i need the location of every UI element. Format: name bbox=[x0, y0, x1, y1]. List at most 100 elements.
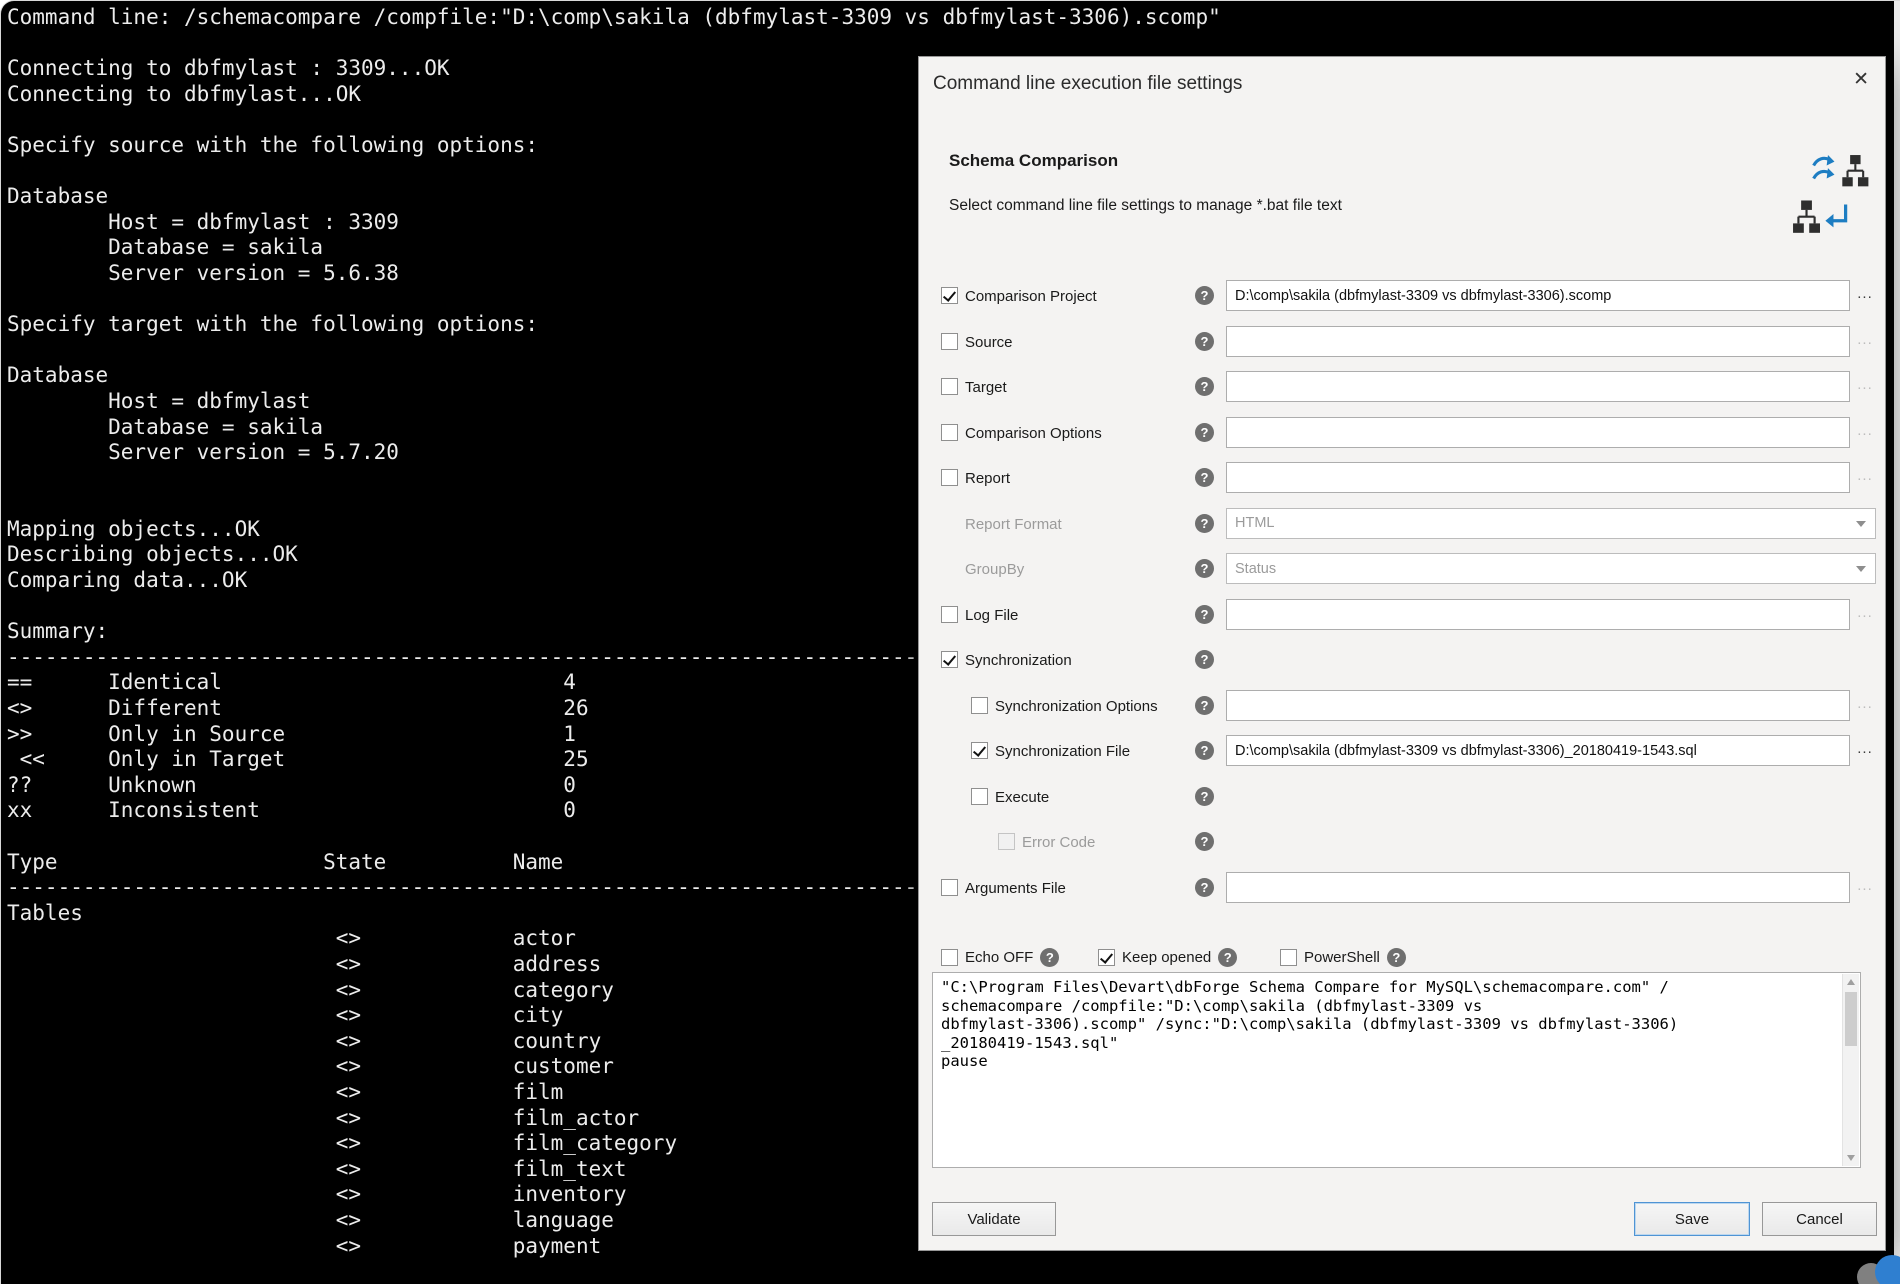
bat-options: Echo OFF ? Keep opened ? PowerShell ? bbox=[919, 948, 1885, 974]
help-icon[interactable]: ? bbox=[1195, 741, 1214, 760]
help-icon[interactable]: ? bbox=[1195, 696, 1214, 715]
report-input[interactable] bbox=[1226, 462, 1850, 493]
bat-file-text[interactable]: "C:\Program Files\Devart\dbForge Schema … bbox=[932, 972, 1861, 1168]
help-icon[interactable]: ? bbox=[1195, 377, 1214, 396]
help-icon[interactable]: ? bbox=[1387, 948, 1406, 967]
arguments-file-browse-button[interactable]: ... bbox=[1854, 876, 1876, 901]
keep-opened-label: Keep opened bbox=[1122, 949, 1211, 966]
synchronization-file-browse-button[interactable]: ... bbox=[1854, 739, 1876, 764]
log-file-browse-button[interactable]: ... bbox=[1854, 603, 1876, 628]
row-synchronization-file: Synchronization File ? ... bbox=[919, 728, 1885, 774]
row-synchronization: Synchronization ? bbox=[919, 637, 1885, 683]
log-file-checkbox[interactable] bbox=[941, 606, 958, 623]
arguments-file-checkbox[interactable] bbox=[941, 879, 958, 896]
source-label: Source bbox=[965, 334, 1013, 351]
source-checkbox[interactable] bbox=[941, 333, 958, 350]
comparison-project-input[interactable] bbox=[1226, 280, 1850, 311]
groupby-value: Status bbox=[1235, 561, 1276, 577]
echo-off-option: Echo OFF ? bbox=[941, 948, 1059, 967]
log-file-label: Log File bbox=[965, 607, 1018, 624]
row-log-file: Log File ? ... bbox=[919, 592, 1885, 638]
arguments-file-input[interactable] bbox=[1226, 872, 1850, 903]
copy-settings-to-target-icon[interactable] bbox=[1789, 199, 1851, 237]
scroll-down-icon[interactable] bbox=[1847, 1155, 1855, 1161]
validate-button[interactable]: Validate bbox=[932, 1202, 1056, 1236]
row-groupby: GroupBy ? Status bbox=[919, 546, 1885, 592]
row-comparison-project: Comparison Project ? ... bbox=[919, 273, 1885, 319]
execute-label: Execute bbox=[995, 789, 1049, 806]
powershell-label: PowerShell bbox=[1304, 949, 1380, 966]
row-target: Target ? ... bbox=[919, 364, 1885, 410]
help-icon[interactable]: ? bbox=[1195, 650, 1214, 669]
app-window: Command line: /schemacompare /compfile:"… bbox=[0, 0, 1900, 1284]
synchronization-file-checkbox[interactable] bbox=[971, 742, 988, 759]
comparison-project-browse-button[interactable]: ... bbox=[1854, 284, 1876, 309]
echo-off-label: Echo OFF bbox=[965, 949, 1033, 966]
comparison-options-checkbox[interactable] bbox=[941, 424, 958, 441]
comparison-options-label: Comparison Options bbox=[965, 425, 1102, 442]
report-format-select[interactable]: HTML bbox=[1226, 508, 1876, 539]
help-icon[interactable]: ? bbox=[1195, 787, 1214, 806]
save-button[interactable]: Save bbox=[1634, 1202, 1750, 1236]
target-label: Target bbox=[965, 379, 1007, 396]
synchronization-checkbox[interactable] bbox=[941, 651, 958, 668]
help-icon[interactable]: ? bbox=[1195, 605, 1214, 624]
row-report: Report ? ... bbox=[919, 455, 1885, 501]
help-icon[interactable]: ? bbox=[1195, 878, 1214, 897]
report-checkbox[interactable] bbox=[941, 469, 958, 486]
comparison-options-input[interactable] bbox=[1226, 417, 1850, 448]
help-icon[interactable]: ? bbox=[1195, 332, 1214, 351]
help-icon[interactable]: ? bbox=[1195, 832, 1214, 851]
bat-file-text-content: "C:\Program Files\Devart\dbForge Schema … bbox=[941, 978, 1834, 1162]
synchronization-options-checkbox[interactable] bbox=[971, 697, 988, 714]
copy-settings-to-source-icon[interactable] bbox=[1811, 153, 1871, 191]
synchronization-file-label: Synchronization File bbox=[995, 743, 1130, 760]
help-icon[interactable]: ? bbox=[1040, 948, 1059, 967]
error-code-checkbox[interactable] bbox=[998, 833, 1015, 850]
target-checkbox[interactable] bbox=[941, 378, 958, 395]
powershell-checkbox[interactable] bbox=[1280, 949, 1297, 966]
synchronization-file-input[interactable] bbox=[1226, 735, 1850, 766]
synchronization-options-input[interactable] bbox=[1226, 690, 1850, 721]
help-icon[interactable]: ? bbox=[1195, 514, 1214, 533]
profile-icons bbox=[1789, 153, 1871, 237]
row-arguments-file: Arguments File ? ... bbox=[919, 865, 1885, 911]
report-label: Report bbox=[965, 470, 1010, 487]
help-icon[interactable]: ? bbox=[1195, 286, 1214, 305]
comparison-project-label: Comparison Project bbox=[965, 288, 1097, 305]
help-icon[interactable]: ? bbox=[1195, 559, 1214, 578]
echo-off-checkbox[interactable] bbox=[941, 949, 958, 966]
scrollbar[interactable] bbox=[1842, 974, 1859, 1166]
execute-checkbox[interactable] bbox=[971, 788, 988, 805]
comparison-project-checkbox[interactable] bbox=[941, 287, 958, 304]
help-icon[interactable]: ? bbox=[1195, 468, 1214, 487]
close-icon[interactable]: ✕ bbox=[1853, 70, 1869, 89]
row-report-format: Report Format ? HTML bbox=[919, 501, 1885, 547]
row-execute: Execute ? bbox=[919, 774, 1885, 820]
settings-rows: Comparison Project ? ... Source ? ... Ta… bbox=[919, 273, 1885, 910]
source-input[interactable] bbox=[1226, 326, 1850, 357]
scroll-up-icon[interactable] bbox=[1847, 979, 1855, 985]
comparison-options-browse-button[interactable]: ... bbox=[1854, 421, 1876, 446]
report-browse-button[interactable]: ... bbox=[1854, 466, 1876, 491]
groupby-label: GroupBy bbox=[965, 561, 1024, 578]
powershell-option: PowerShell ? bbox=[1280, 948, 1406, 967]
keep-opened-checkbox[interactable] bbox=[1098, 949, 1115, 966]
cancel-button[interactable]: Cancel bbox=[1762, 1202, 1877, 1236]
help-icon[interactable]: ? bbox=[1195, 423, 1214, 442]
log-file-input[interactable] bbox=[1226, 599, 1850, 630]
synchronization-options-browse-button[interactable]: ... bbox=[1854, 694, 1876, 719]
row-comparison-options: Comparison Options ? ... bbox=[919, 410, 1885, 456]
source-browse-button[interactable]: ... bbox=[1854, 330, 1876, 355]
target-input[interactable] bbox=[1226, 371, 1850, 402]
command-line-settings-dialog: Command line execution file settings ✕ S… bbox=[918, 56, 1886, 1251]
scrollbar-thumb[interactable] bbox=[1845, 992, 1857, 1046]
report-format-value: HTML bbox=[1235, 515, 1274, 531]
help-icon[interactable]: ? bbox=[1218, 948, 1237, 967]
row-synchronization-options: Synchronization Options ? ... bbox=[919, 683, 1885, 729]
target-browse-button[interactable]: ... bbox=[1854, 375, 1876, 400]
window-edge bbox=[1894, 1, 1900, 1284]
groupby-select[interactable]: Status bbox=[1226, 553, 1876, 584]
dialog-description: Select command line file settings to man… bbox=[949, 197, 1342, 215]
dialog-heading: Schema Comparison bbox=[949, 151, 1118, 171]
